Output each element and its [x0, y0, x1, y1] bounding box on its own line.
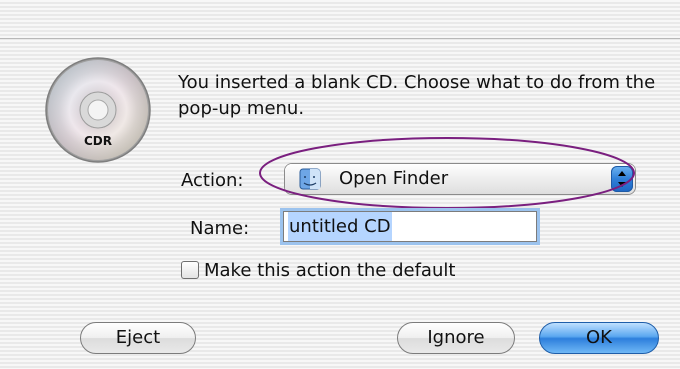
cd-r-disc-icon: CDR — [45, 57, 151, 163]
ok-button[interactable]: OK — [539, 322, 659, 354]
action-label: Action: — [181, 170, 244, 191]
highlight-ellipse-annotation — [259, 137, 635, 209]
dialog-top-divider — [0, 38, 680, 39]
make-default-checkbox[interactable] — [181, 261, 199, 279]
eject-button[interactable]: Eject — [80, 322, 196, 354]
name-field-value: untitled CD — [288, 212, 392, 241]
make-default-checkbox-label[interactable]: Make this action the default — [204, 260, 455, 281]
dialog-message: You inserted a blank CD. Choose what to … — [178, 72, 656, 119]
name-field[interactable]: untitled CD — [283, 211, 537, 242]
ignore-button[interactable]: Ignore — [397, 322, 515, 354]
name-label: Name: — [190, 218, 250, 239]
cd-r-badge-text: CDR — [84, 134, 112, 148]
